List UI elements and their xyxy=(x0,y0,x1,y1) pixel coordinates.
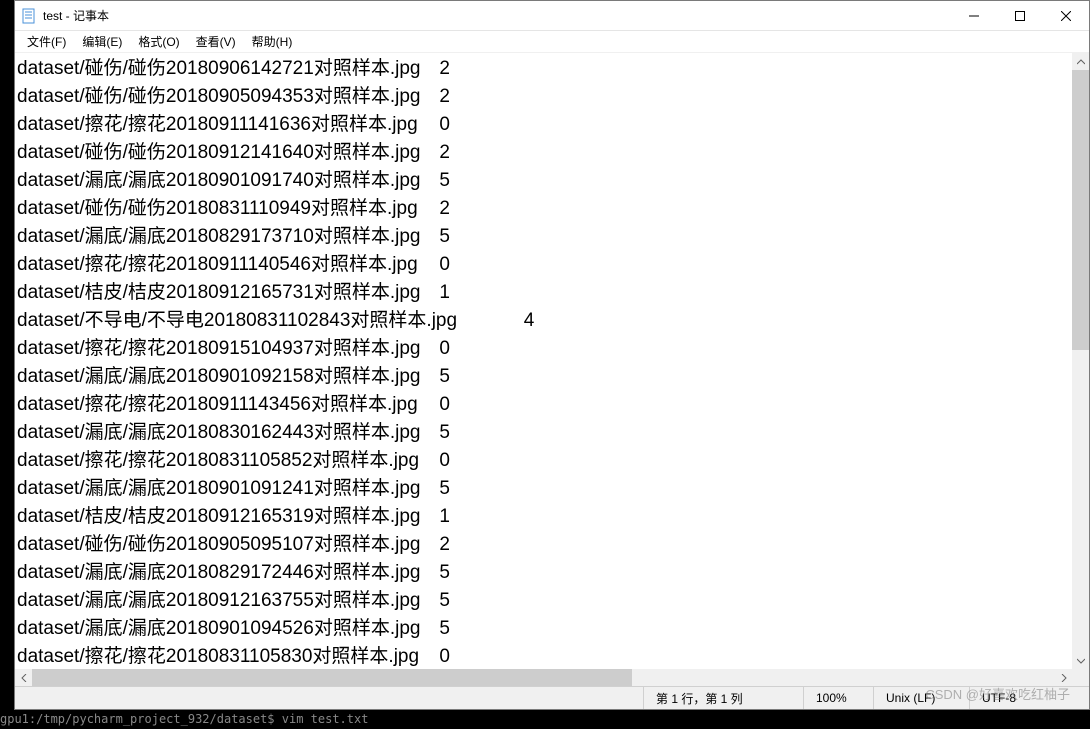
vertical-scroll-thumb[interactable] xyxy=(1072,70,1089,350)
left-background-strip xyxy=(0,0,14,729)
menu-edit[interactable]: 编辑(E) xyxy=(74,31,130,52)
maximize-button[interactable] xyxy=(997,1,1043,30)
status-lineending: Unix (LF) xyxy=(873,687,969,709)
horizontal-scroll-thumb[interactable] xyxy=(32,669,632,686)
menu-format[interactable]: 格式(O) xyxy=(130,31,187,52)
menubar: 文件(F) 编辑(E) 格式(O) 查看(V) 帮助(H) xyxy=(15,31,1089,53)
status-encoding: UTF-8 xyxy=(969,687,1089,709)
scroll-corner xyxy=(1072,669,1089,686)
minimize-button[interactable] xyxy=(951,1,997,30)
close-button[interactable] xyxy=(1043,1,1089,30)
titlebar[interactable]: test - 记事本 xyxy=(15,1,1089,31)
scroll-up-arrow[interactable] xyxy=(1072,53,1089,70)
horizontal-scrollbar[interactable] xyxy=(32,669,1055,686)
status-zoom: 100% xyxy=(803,687,873,709)
vertical-scrollbar[interactable] xyxy=(1072,53,1089,669)
window-controls xyxy=(951,1,1089,30)
menu-view[interactable]: 查看(V) xyxy=(188,31,244,52)
notepad-icon xyxy=(21,8,37,24)
menu-file[interactable]: 文件(F) xyxy=(19,31,74,52)
content-area: dataset/碰伤/碰伤20180906142721对照样本.jpg 2 da… xyxy=(15,53,1089,669)
terminal-strip: gpu1:/tmp/pycharm_project_932/dataset$ v… xyxy=(0,710,1090,729)
status-position: 第 1 行，第 1 列 xyxy=(643,687,803,709)
scroll-down-arrow[interactable] xyxy=(1072,652,1089,669)
menu-help[interactable]: 帮助(H) xyxy=(244,31,301,52)
scroll-right-arrow[interactable] xyxy=(1055,669,1072,686)
horizontal-scroll-row xyxy=(15,669,1089,686)
text-editor[interactable]: dataset/碰伤/碰伤20180906142721对照样本.jpg 2 da… xyxy=(15,53,1072,669)
window-title: test - 记事本 xyxy=(43,7,951,24)
scroll-left-arrow[interactable] xyxy=(15,669,32,686)
notepad-window: test - 记事本 文件(F) 编辑(E) 格式(O) 查看(V) 帮助(H)… xyxy=(14,0,1090,710)
statusbar: 第 1 行，第 1 列 100% Unix (LF) UTF-8 xyxy=(15,686,1089,709)
